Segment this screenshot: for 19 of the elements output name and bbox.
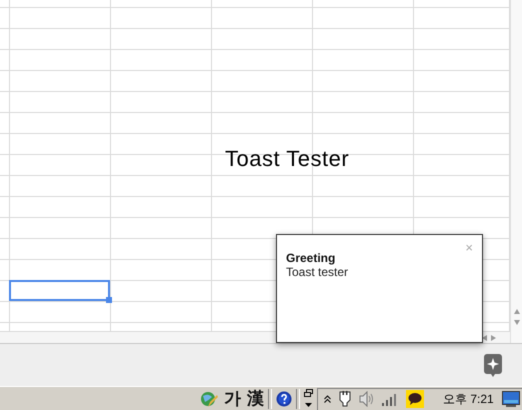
ime-mode-label[interactable]: 漢 <box>247 387 264 410</box>
sheet-heading: Toast Tester <box>225 146 350 172</box>
toast-title: Greeting <box>286 251 336 265</box>
fill-handle[interactable] <box>106 297 112 303</box>
sparkle-chat-icon[interactable] <box>484 354 502 376</box>
power-plug-icon[interactable] <box>338 391 352 407</box>
scroll-down-icon[interactable] <box>514 320 520 325</box>
speaker-icon[interactable] <box>359 391 375 407</box>
scroll-right-icon[interactable] <box>491 334 496 340</box>
restore-down-icon[interactable] <box>304 388 313 408</box>
clock[interactable]: 오후 7:21 <box>443 390 494 408</box>
scroll-up-icon[interactable] <box>514 309 520 314</box>
desktop-icon[interactable] <box>502 391 520 407</box>
chat-bubble-icon[interactable] <box>406 390 424 408</box>
signal-bars-icon[interactable] <box>382 392 399 406</box>
help-icon[interactable] <box>276 390 292 406</box>
toast-message: Toast tester <box>286 265 350 279</box>
ime-mode-label[interactable]: 가 <box>224 387 241 410</box>
chevron-up-icon[interactable] <box>324 395 331 403</box>
